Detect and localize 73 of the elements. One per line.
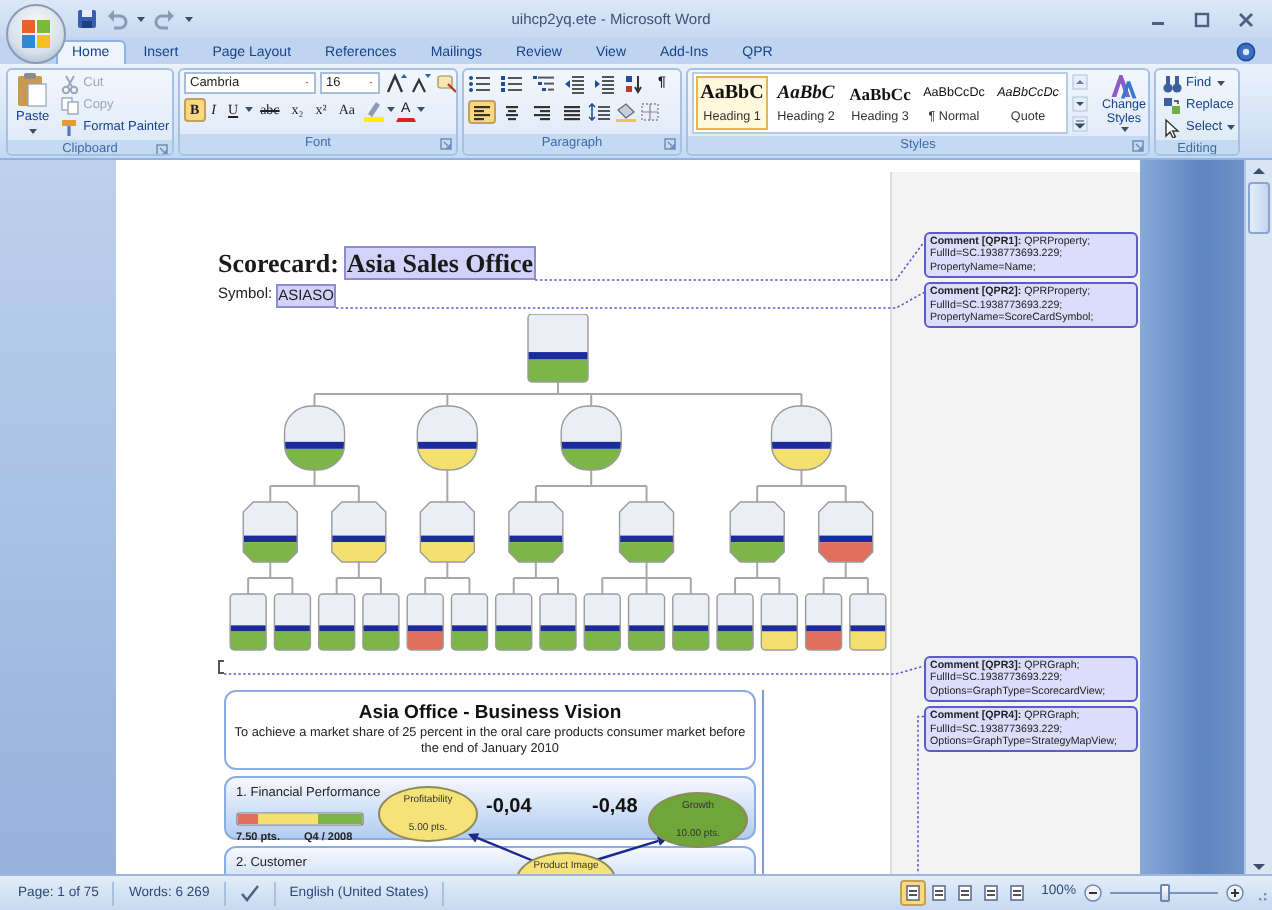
scroll-down-icon[interactable] <box>1072 95 1088 111</box>
caret-icon <box>1215 79 1226 87</box>
more-icon[interactable] <box>1072 116 1088 132</box>
connector-line <box>424 561 471 595</box>
copy-icon <box>59 95 80 115</box>
connector-line <box>446 469 449 503</box>
outline-icon <box>981 884 1000 902</box>
web-layout-icon <box>955 884 974 902</box>
maximize-button[interactable] <box>1192 9 1212 29</box>
heading-text: Scorecard: <box>218 248 339 278</box>
align-lines-icon <box>532 103 552 121</box>
connector-line <box>512 561 559 595</box>
draft-icon <box>1007 884 1026 902</box>
connector-line <box>756 469 847 503</box>
decrease-indent-icon[interactable] <box>564 74 586 94</box>
clear-formatting-icon[interactable] <box>436 72 456 94</box>
align-left-button[interactable] <box>468 100 496 124</box>
slider-thumb[interactable] <box>1159 884 1169 902</box>
scissors-icon <box>59 73 80 93</box>
align-lines-icon <box>562 103 582 121</box>
close-button[interactable] <box>1236 9 1256 29</box>
link-arrow <box>468 833 537 864</box>
spell-check-icon[interactable] <box>239 884 260 902</box>
multilevel-list-icon[interactable] <box>532 74 556 94</box>
score-gauge-drawing <box>236 811 364 825</box>
link-weight: -0,04 <box>486 796 532 818</box>
align-lines-icon <box>502 103 522 121</box>
print-layout-icon <box>903 884 922 902</box>
logo-icon <box>20 18 52 50</box>
caret-icon[interactable] <box>184 15 194 23</box>
zoom-out-button[interactable] <box>1084 884 1102 902</box>
save-icon[interactable] <box>76 8 98 30</box>
shrink-font-icon[interactable] <box>410 72 432 94</box>
replace-icon <box>1162 95 1182 115</box>
line-spacing-icon[interactable] <box>588 102 612 122</box>
vision-title: Asia Office - Business Vision <box>356 702 624 726</box>
increase-indent-icon[interactable] <box>594 74 616 94</box>
connector-line <box>601 561 692 595</box>
comment-anchor-mark <box>218 660 224 674</box>
paintbrush-icon <box>59 117 80 137</box>
caret-icon[interactable] <box>416 106 427 114</box>
caret-icon[interactable] <box>136 15 146 23</box>
bullet-list-icon[interactable] <box>468 74 492 94</box>
scroll-up-icon[interactable] <box>1072 74 1088 90</box>
caret-icon[interactable] <box>244 106 255 114</box>
caret-icon <box>1226 123 1237 131</box>
justify-button[interactable] <box>558 100 586 124</box>
styles-icon <box>1110 72 1138 100</box>
connector-line <box>269 469 360 503</box>
connector-line <box>534 469 648 503</box>
reading-layout-icon <box>929 884 948 902</box>
view-button[interactable] <box>899 880 926 906</box>
shading-icon[interactable] <box>614 102 638 122</box>
help-icon[interactable] <box>1236 42 1256 62</box>
connector-line <box>247 561 294 595</box>
connector-line <box>822 561 869 595</box>
caret-icon[interactable] <box>385 106 396 114</box>
connector-line <box>335 561 382 595</box>
scroll-thumb[interactable] <box>1248 182 1270 234</box>
numbered-list-icon[interactable] <box>500 74 524 94</box>
scroll-up-icon[interactable] <box>1250 164 1268 178</box>
zoom-in-button[interactable] <box>1226 884 1244 902</box>
align-right-button[interactable] <box>528 100 556 124</box>
highlighted-text: Asia Sales Office <box>344 246 536 280</box>
clipboard-icon <box>16 72 49 108</box>
align-lines-icon <box>472 103 492 121</box>
binoculars-icon <box>1162 73 1182 93</box>
link-weight: -0,48 <box>592 796 638 818</box>
cursor-icon <box>1162 117 1182 137</box>
sort-icon[interactable] <box>624 74 644 94</box>
grow-font-icon[interactable] <box>386 72 408 94</box>
connector-line <box>734 561 781 595</box>
caret-icon <box>27 127 38 136</box>
